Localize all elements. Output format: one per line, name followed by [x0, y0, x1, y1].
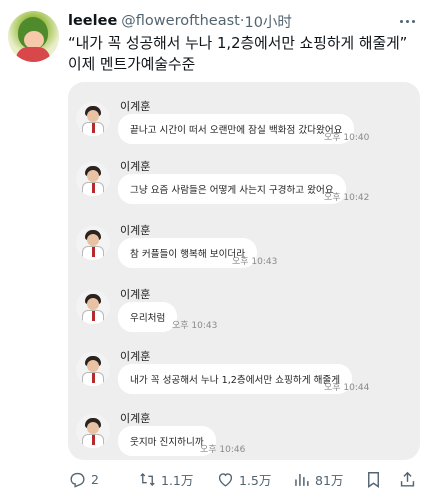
views-icon	[295, 473, 309, 486]
heart-icon	[218, 472, 233, 487]
bookmark-icon	[368, 471, 379, 488]
bookmark-button[interactable]	[364, 466, 387, 492]
author-avatar[interactable]	[8, 11, 59, 62]
message-time: 오후 10:42	[324, 193, 370, 203]
chat-message: 이계훈 우리처럼 오후 10:43	[68, 280, 420, 344]
sender-avatar	[76, 162, 110, 196]
tweet-text: “내가 꼭 성공해서 누나 1,2층에서만 쇼핑하게 해줄게” 이제 멘트가예술…	[68, 33, 407, 75]
message-bubble: 우리처럼	[118, 302, 178, 332]
reply-button[interactable]: 2	[68, 466, 99, 492]
chat-message: 이계훈 내가 꼭 성공해서 누나 1,2층에서만 쇼핑하게 해줄게 오후 10:…	[68, 342, 420, 406]
tweet-header: leelee @floweroftheast · 10小时	[68, 11, 292, 31]
sender-avatar	[76, 414, 110, 448]
like-button[interactable]: 1.5万	[216, 466, 271, 492]
chat-message: 이계훈 끝나고 시간이 떠서 오랜만에 잠실 백화점 갔다왔어요 오후 10:4…	[68, 92, 420, 156]
chat-screenshot-image[interactable]: 이계훈 끝나고 시간이 떠서 오랜만에 잠실 백화점 갔다왔어요 오후 10:4…	[68, 82, 420, 460]
sender-name: 이계훈	[120, 160, 151, 173]
views-count: 81万	[315, 472, 344, 488]
retweet-count: 1.1万	[161, 472, 194, 488]
sender-name: 이계훈	[120, 288, 151, 301]
views-button[interactable]: 81万	[292, 466, 343, 492]
chat-message: 이계훈 그냥 요즘 사람들은 어떻게 사는지 구경하고 왔어요 오후 10:42	[68, 152, 420, 216]
more-options-icon[interactable]	[396, 14, 418, 28]
chat-message: 이계훈 참 커플들이 행복해 보이더라 오후 10:43	[68, 216, 420, 280]
display-name[interactable]: leelee	[68, 13, 117, 29]
user-handle[interactable]: @floweroftheast	[121, 13, 240, 29]
sender-name: 이계훈	[120, 224, 151, 237]
message-bubble: 내가 꼭 성공해서 누나 1,2층에서만 쇼핑하게 해줄게	[118, 364, 353, 394]
reply-count: 2	[91, 471, 99, 487]
message-time: 오후 10:46	[200, 445, 246, 455]
message-bubble: 그냥 요즘 사람들은 어떻게 사는지 구경하고 왔어요	[118, 174, 346, 204]
retweet-icon	[140, 472, 155, 486]
message-time: 오후 10:43	[172, 321, 218, 331]
share-button[interactable]	[398, 466, 421, 492]
sender-avatar	[76, 102, 110, 136]
message-time: 오후 10:43	[232, 257, 278, 267]
sender-avatar	[76, 290, 110, 324]
sender-name: 이계훈	[120, 412, 151, 425]
sender-name: 이계훈	[120, 350, 151, 363]
message-time: 오후 10:40	[324, 133, 370, 143]
tweet-text-line: 이제 멘트가예술수준	[68, 56, 196, 73]
sender-name: 이계훈	[120, 100, 151, 113]
message-time: 오후 10:44	[324, 383, 370, 393]
chat-message: 이계훈 웃지마 진지하니까 오후 10:46	[68, 404, 420, 468]
sender-avatar	[76, 226, 110, 260]
message-bubble: 끝나고 시간이 떠서 오랜만에 잠실 백화점 갔다왔어요	[118, 114, 355, 144]
tweet-time[interactable]: 10小时	[244, 11, 291, 32]
retweet-button[interactable]: 1.1万	[138, 466, 193, 492]
sender-avatar	[76, 352, 110, 386]
reply-icon	[70, 472, 85, 488]
tweet-text-line: “내가 꼭 성공해서 누나 1,2층에서만 쇼핑하게 해줄게”	[68, 35, 408, 52]
like-count: 1.5万	[239, 472, 272, 488]
tweet-actions: 2 1.1万 1.5万 81万	[68, 466, 420, 492]
share-icon	[400, 471, 415, 487]
